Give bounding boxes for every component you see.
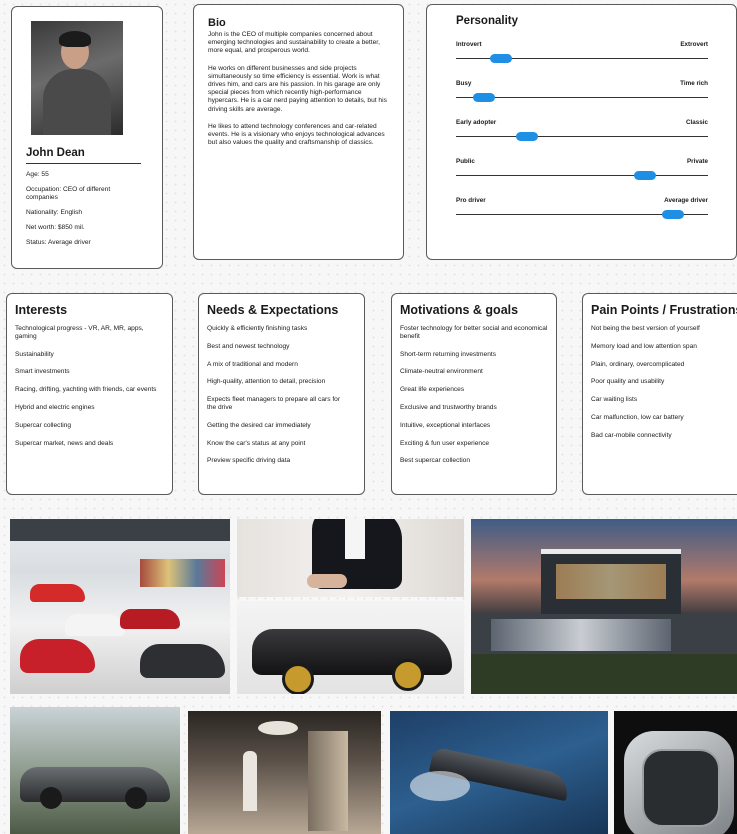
slider-right-label: Private bbox=[686, 158, 708, 165]
pain-points-card: Pain Points / Frustrations Not being the… bbox=[582, 293, 737, 495]
slider-track[interactable] bbox=[456, 136, 708, 137]
needs-card: Needs & Expectations Quickly & efficient… bbox=[198, 293, 365, 495]
bio-card: Bio John is the CEO of multiple companie… bbox=[193, 4, 404, 260]
slider-right-label: Average driver bbox=[664, 197, 708, 204]
needs-item: High-quality, attention to detail, preci… bbox=[207, 378, 326, 386]
slider-knob[interactable] bbox=[472, 93, 495, 102]
slider-knob[interactable] bbox=[515, 132, 538, 141]
personality-title: Personality bbox=[456, 15, 518, 27]
concept-car-photo bbox=[10, 707, 180, 834]
personality-slider[interactable]: Introvert Extrovert bbox=[456, 41, 708, 80]
motivations-item: Exciting & fun user experience bbox=[400, 439, 490, 447]
motivations-item: Intuitive, exceptional interfaces bbox=[400, 421, 491, 429]
interests-item: Racing, drifting, yachting with friends,… bbox=[15, 386, 157, 394]
speedboat-photo bbox=[390, 711, 608, 834]
slider-left-label: Public bbox=[456, 158, 475, 165]
slider-track[interactable] bbox=[456, 175, 708, 176]
personality-slider[interactable]: Pro driver Average driver bbox=[456, 197, 708, 236]
garage-photo bbox=[10, 519, 230, 694]
personality-card: Personality Introvert Extrovert Busy Time r… bbox=[426, 4, 737, 260]
watch-photo bbox=[614, 711, 737, 834]
needs-title: Needs & Expectations bbox=[207, 303, 339, 317]
motivations-title: Motivations & goals bbox=[400, 303, 519, 317]
pain-points-item: Not being the best version of yourself bbox=[591, 325, 700, 332]
interests-item: Supercar collecting bbox=[15, 421, 72, 429]
persona-status: Status: Average driver bbox=[26, 239, 91, 246]
bio-paragraph-3: He likes to attend technology conference… bbox=[208, 122, 385, 147]
bio-paragraph-2: He works on different businesses and sid… bbox=[208, 64, 387, 113]
slider-knob[interactable] bbox=[634, 171, 656, 180]
persona-name: John Dean bbox=[26, 147, 141, 164]
pain-points-title: Pain Points / Frustrations bbox=[591, 303, 737, 317]
interests-item: Hybrid and electric engines bbox=[15, 403, 95, 411]
slider-left-label: Introvert bbox=[456, 41, 482, 48]
motivations-item: Short-term returning investments bbox=[400, 350, 497, 358]
motivations-item: Exclusive and trustworthy brands bbox=[400, 403, 497, 411]
pain-points-item: Plain, ordinary, overcomplicated bbox=[591, 360, 685, 368]
motivations-item: Foster technology for better social and … bbox=[400, 325, 548, 340]
persona-occupation: Occupation: CEO of different companies bbox=[26, 186, 111, 201]
hypercar-photo bbox=[237, 601, 464, 694]
interests-title: Interests bbox=[15, 303, 68, 317]
needs-item: Quickly & efficiently finishing tasks bbox=[207, 325, 308, 332]
pain-points-item: Car waiting lists bbox=[591, 396, 638, 404]
needs-item: Best and newest technology bbox=[207, 342, 290, 350]
pain-points-item: Bad car-mobile connectivity bbox=[591, 431, 672, 439]
interests-item: Sustainability bbox=[15, 350, 54, 358]
pain-points-item: Memory load and low attention span bbox=[591, 342, 697, 350]
needs-item: A mix of traditional and modern bbox=[207, 360, 298, 368]
interests-item: Smart investments bbox=[15, 368, 70, 376]
motivations-item: Climate-neutral environment bbox=[400, 368, 483, 376]
persona-age: Age: 55 bbox=[26, 171, 49, 178]
villa-photo bbox=[471, 519, 737, 694]
personality-slider[interactable]: Busy Time rich bbox=[456, 80, 708, 119]
interests-card: Interests Technological progress - VR, A… bbox=[6, 293, 173, 495]
needs-item: Preview specific driving data bbox=[207, 457, 291, 465]
profile-card: John Dean Age: 55 Occupation: CEO of dif… bbox=[11, 6, 163, 269]
interior-photo bbox=[188, 711, 381, 834]
personality-slider[interactable]: Public Private bbox=[456, 158, 708, 197]
slider-right-label: Time rich bbox=[680, 80, 708, 87]
profile-photo bbox=[31, 21, 123, 135]
persona-nationality: Nationality: English bbox=[26, 209, 83, 216]
slider-knob[interactable] bbox=[661, 210, 684, 219]
personality-slider[interactable]: Early adopter Classic bbox=[456, 119, 708, 158]
motivations-item: Best supercar collection bbox=[400, 457, 471, 465]
slider-right-label: Classic bbox=[685, 119, 708, 126]
slider-left-label: Busy bbox=[456, 80, 472, 87]
interests-item: Technological progress - VR, AR, MR, app… bbox=[15, 325, 144, 340]
slider-left-label: Early adopter bbox=[456, 119, 497, 126]
slider-left-label: Pro driver bbox=[456, 197, 486, 204]
bio-paragraph-1: John is the CEO of multiple companies co… bbox=[208, 31, 380, 55]
motivations-card: Motivations & goals Foster technology fo… bbox=[391, 293, 557, 495]
needs-item: Expects fleet managers to prepare all ca… bbox=[207, 396, 341, 411]
pain-points-item: Poor quality and usability bbox=[591, 378, 665, 386]
bio-title: Bio bbox=[208, 17, 226, 29]
persona-net-worth: Net worth: $850 mil. bbox=[26, 224, 85, 231]
businessman-photo bbox=[237, 519, 464, 597]
slider-right-label: Extrovert bbox=[680, 41, 708, 48]
needs-item: Getting the desired car immediately bbox=[207, 421, 311, 429]
motivations-item: Great life experiences bbox=[400, 386, 465, 394]
interests-item: Supercar market, news and deals bbox=[15, 439, 114, 447]
pain-points-item: Car malfunction, low car battery bbox=[591, 413, 684, 421]
slider-knob[interactable] bbox=[490, 54, 513, 63]
needs-item: Know the car's status at any point bbox=[207, 439, 306, 447]
